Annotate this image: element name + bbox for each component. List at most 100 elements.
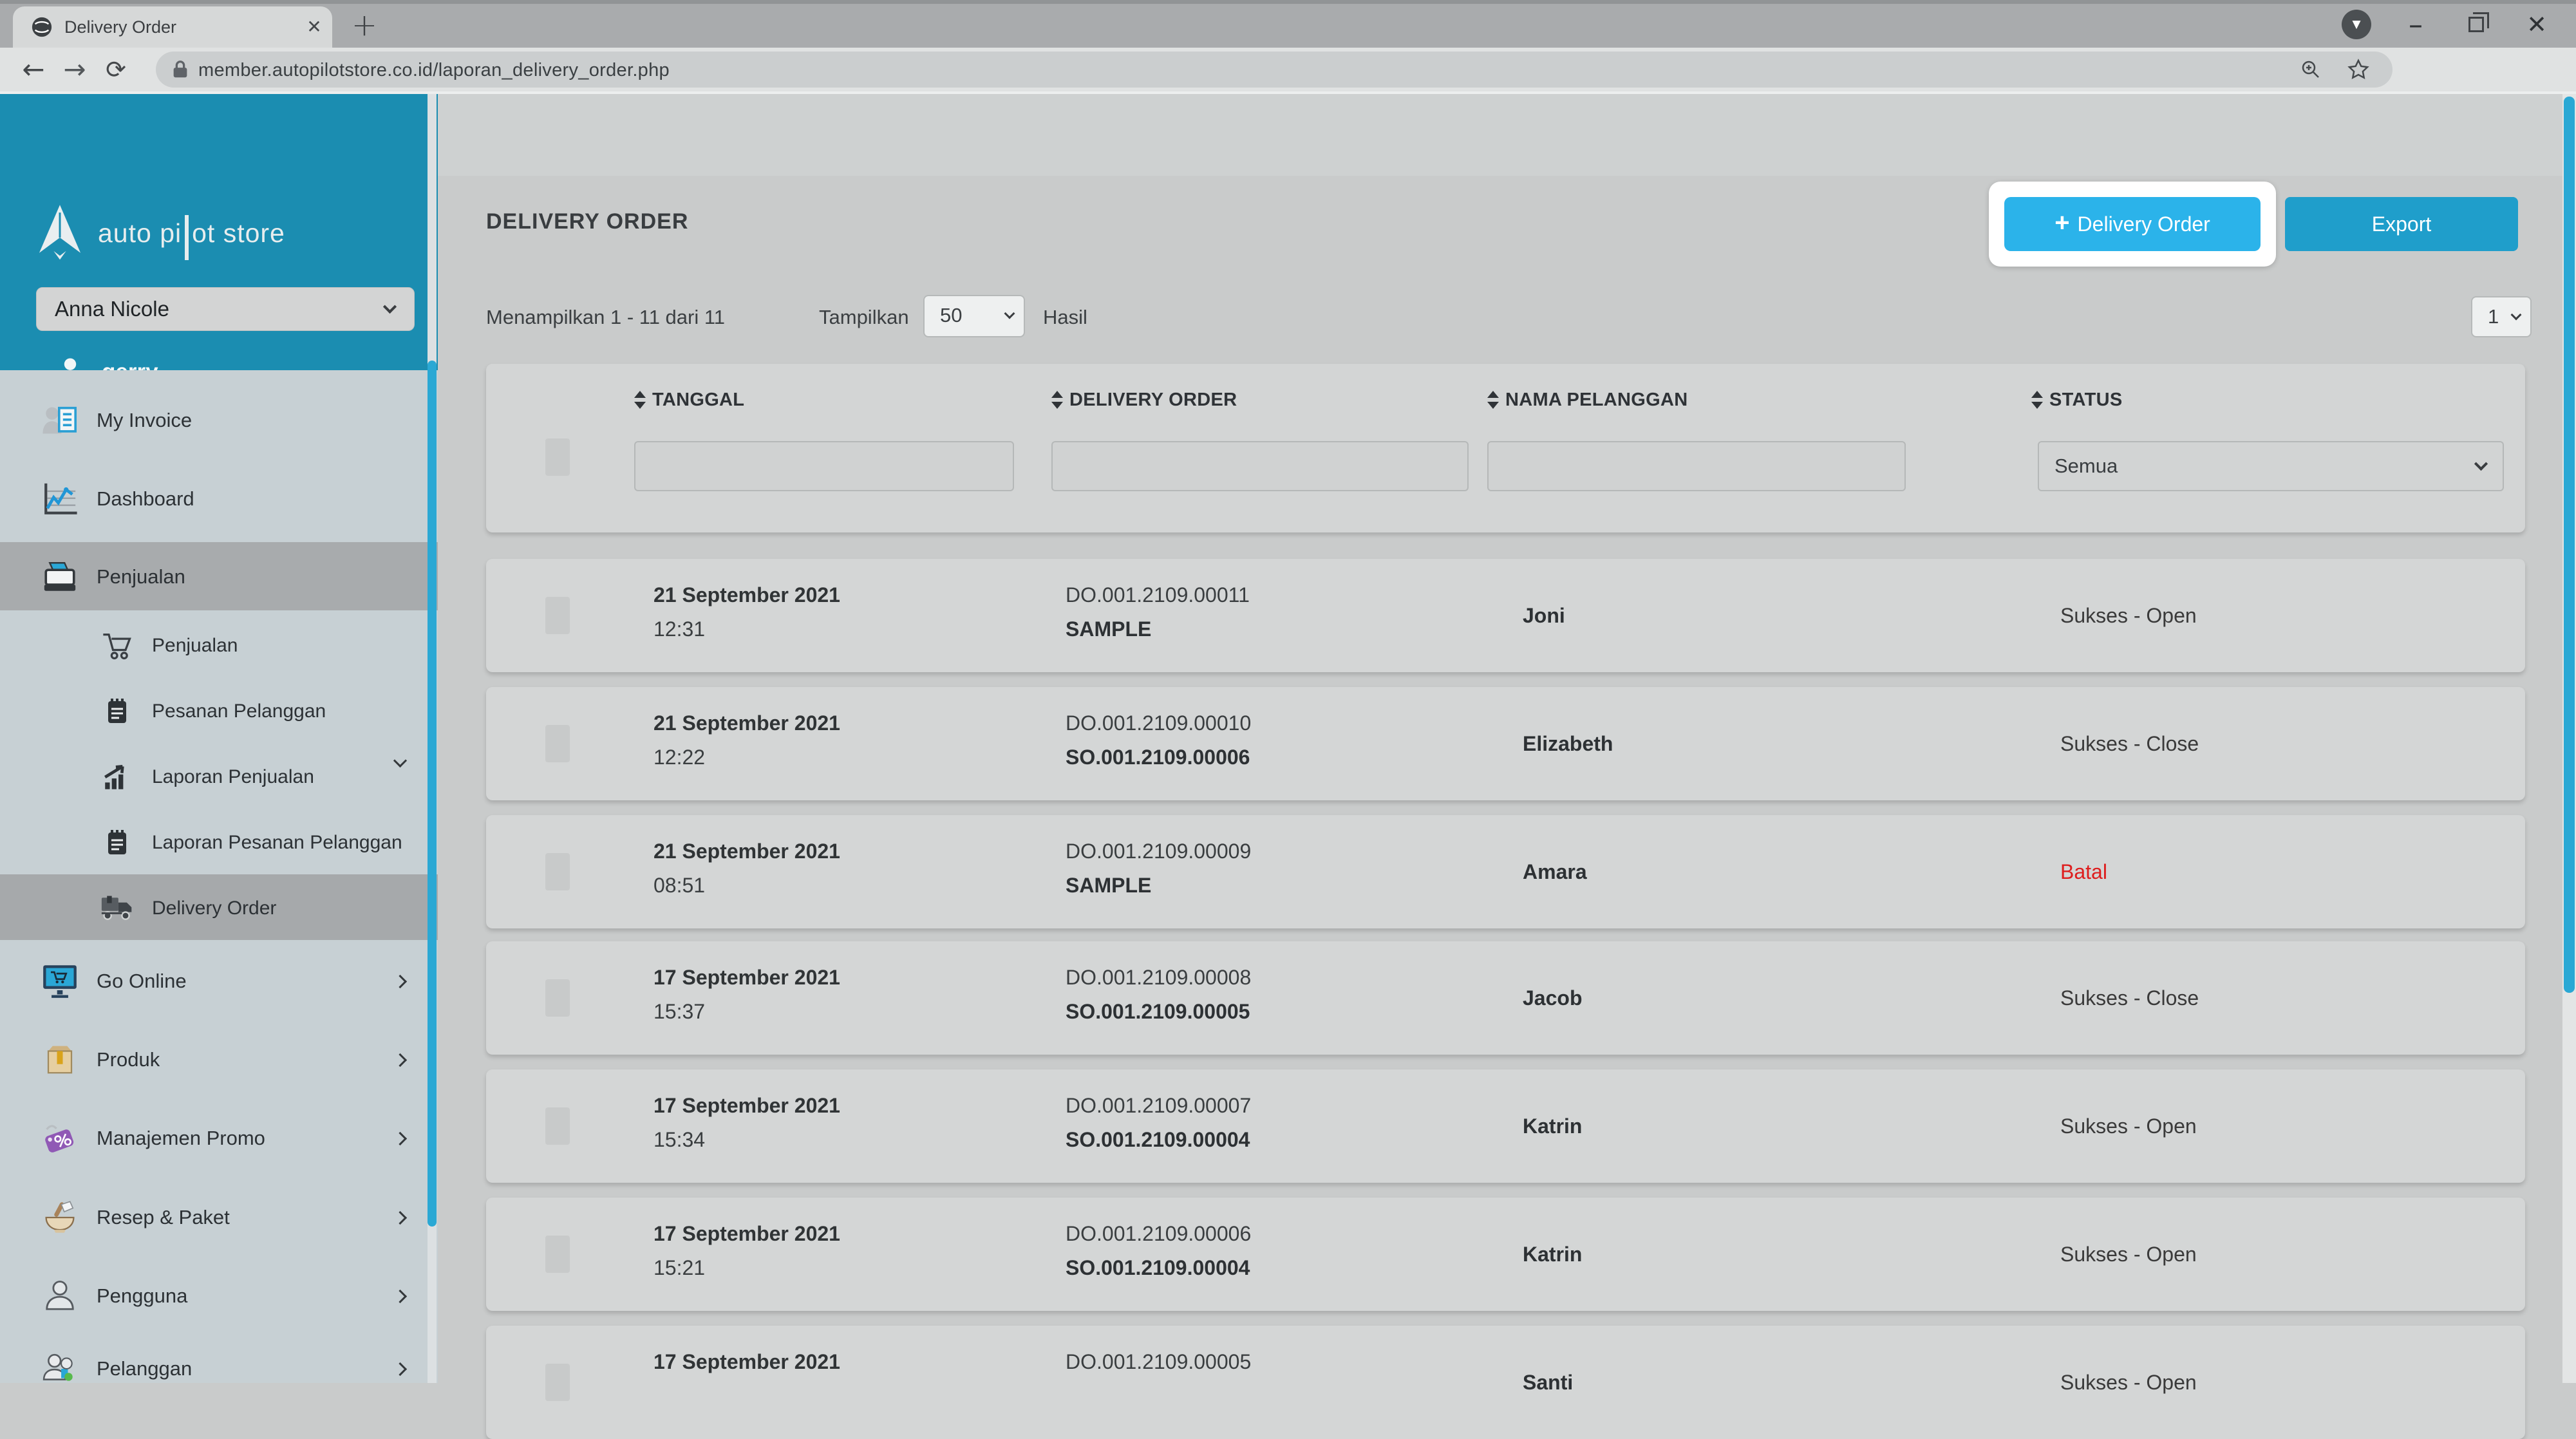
forward-button[interactable]: →: [55, 48, 94, 91]
cell-delivery-order: DO.001.2109.00010 SO.001.2109.00006: [1066, 711, 1252, 769]
filter-nama-pelanggan-input[interactable]: [1487, 441, 1906, 491]
chevron-right-icon: [393, 1210, 408, 1225]
filter-delivery-order-input[interactable]: [1051, 441, 1469, 491]
update-caret-icon: ▼: [2342, 10, 2371, 39]
table-row[interactable]: 21 September 2021 12:22 DO.001.2109.00010…: [486, 687, 2525, 800]
sidebar-item-penjualan[interactable]: Penjualan: [0, 626, 438, 665]
cell-nama: Katrin: [1523, 1114, 1583, 1138]
per-page-select[interactable]: 50: [923, 295, 1025, 337]
select-all-checkbox[interactable]: [545, 438, 570, 476]
column-header-tanggal[interactable]: TANGGAL: [634, 387, 744, 413]
person-outline-icon: [41, 1277, 79, 1315]
browser-toolbar: ← → ⟳ member.autopilotstore.co.id/lapora…: [0, 48, 2576, 134]
sidebar-item-penjualan-parent[interactable]: Penjualan: [0, 558, 438, 768]
tab-title: Delivery Order: [64, 17, 177, 37]
sidebar-item-pengguna[interactable]: Pengguna: [0, 1277, 438, 1315]
table-row[interactable]: 17 September 2021 15:34 DO.001.2109.00007…: [486, 1069, 2525, 1183]
sort-icon: [634, 390, 646, 410]
cell-tanggal: 17 September 2021 15:21: [653, 1222, 840, 1279]
sales-report-icon: [100, 760, 134, 794]
cell-tanggal: 21 September 2021 08:51: [653, 840, 840, 897]
sidebar-item-dashboard[interactable]: Dashboard: [0, 480, 438, 518]
page-scrollbar-thumb[interactable]: [2564, 97, 2575, 993]
page-number-select[interactable]: 1: [2471, 296, 2532, 337]
cart-icon: [100, 629, 134, 663]
sidebar-item-produk[interactable]: Produk: [0, 1040, 438, 1079]
row-checkbox[interactable]: [545, 1236, 570, 1273]
status-filter-select[interactable]: Semua: [2038, 441, 2504, 491]
promo-tag-icon: [41, 1120, 79, 1157]
sidebar-scrollbar-thumb[interactable]: [428, 361, 437, 1227]
table-row[interactable]: 21 September 2021 12:31 DO.001.2109.00011…: [486, 559, 2525, 672]
column-header-status[interactable]: STATUS: [2031, 387, 2123, 413]
notepad-icon: [100, 695, 134, 728]
plus-icon: +: [2054, 208, 2070, 237]
globe-favicon-icon: [31, 16, 53, 38]
show-label: Tampilkan: [819, 306, 909, 328]
invoice-icon: [41, 402, 79, 439]
cell-delivery-order: DO.001.2109.00006 SO.001.2109.00004: [1066, 1222, 1252, 1279]
tab-close-icon[interactable]: ✕: [296, 6, 332, 48]
chevron-right-icon: [393, 1131, 408, 1145]
minimize-button[interactable]: –: [2395, 5, 2436, 44]
logo-cursor-bar: [185, 215, 189, 260]
maximize-button[interactable]: [2456, 5, 2497, 44]
export-button[interactable]: Export: [2285, 197, 2518, 251]
cell-status: Sukses - Open: [2060, 1242, 2197, 1266]
chevron-down-icon: [1004, 308, 1015, 319]
mortar-pestle-icon: [41, 1199, 79, 1236]
sidebar-item-pesanan-pelanggan[interactable]: Pesanan Pelanggan: [0, 692, 438, 731]
close-window-button[interactable]: ✕: [2516, 5, 2557, 44]
product-box-icon: [41, 1041, 79, 1078]
row-checkbox[interactable]: [545, 725, 570, 762]
content-top-band: [438, 94, 2576, 176]
account-select[interactable]: Anna Nicole: [36, 287, 415, 331]
sidebar-item-go-online[interactable]: Go Online: [0, 962, 438, 1001]
add-delivery-order-button[interactable]: + Delivery Order: [2004, 197, 2261, 251]
results-label: Hasil: [1043, 306, 1087, 328]
sidebar-item-manajemen-promo[interactable]: Manajemen Promo: [0, 1119, 438, 1158]
cell-tanggal: 21 September 2021 12:31: [653, 583, 840, 641]
table-row[interactable]: 17 September 2021 15:21 DO.001.2109.00006…: [486, 1198, 2525, 1311]
table-row[interactable]: 17 September 2021 15:37 DO.001.2109.00008…: [486, 941, 2525, 1055]
sidebar-item-pelanggan[interactable]: Pelanggan: [0, 1350, 438, 1388]
filter-tanggal-input[interactable]: [634, 441, 1014, 491]
table-row[interactable]: 17 September 2021 DO.001.2109.00005 Sant…: [486, 1326, 2525, 1439]
column-header-nama-pelanggan[interactable]: NAMA PELANGGAN: [1487, 387, 1688, 413]
cell-delivery-order: DO.001.2109.00007 SO.001.2109.00004: [1066, 1094, 1252, 1151]
sidebar-header: auto piot store Anna Nicole gerry Log ou…: [0, 94, 438, 441]
sidebar-menu: My Invoice Dashboard Penjualan Penjualan…: [0, 370, 438, 1383]
zoom-page-icon[interactable]: [2300, 59, 2322, 84]
logo-text: auto pi ot store: [98, 211, 285, 260]
row-checkbox[interactable]: [545, 979, 570, 1017]
sidebar-item-laporan-penjualan[interactable]: Laporan Penjualan: [0, 758, 438, 796]
online-store-icon: [41, 963, 79, 1000]
chevron-right-icon: [393, 1053, 408, 1067]
column-header-delivery-order[interactable]: DELIVERY ORDER: [1051, 387, 1237, 413]
cell-status: Sukses - Open: [2060, 1114, 2197, 1138]
row-checkbox[interactable]: [545, 597, 570, 634]
sidebar-item-my-invoice[interactable]: My Invoice: [0, 401, 438, 440]
sidebar-item-delivery-order[interactable]: Delivery Order: [0, 889, 438, 928]
app-logo: auto pi ot store: [33, 201, 285, 265]
row-checkbox[interactable]: [545, 853, 570, 890]
table-header: TANGGAL DELIVERY ORDER NAMA PELANGGAN ST…: [486, 364, 2525, 532]
row-checkbox[interactable]: [545, 1364, 570, 1401]
browser-update-badge[interactable]: ▼: [2336, 5, 2377, 44]
url-text: member.autopilotstore.co.id/laporan_deli…: [198, 60, 670, 80]
back-button[interactable]: ←: [14, 48, 53, 91]
chevron-right-icon: [393, 1362, 408, 1376]
sidebar-item-resep-paket[interactable]: Resep & Paket: [0, 1198, 438, 1237]
cell-status: Sukses - Close: [2060, 986, 2199, 1010]
table-row[interactable]: 21 September 2021 08:51 DO.001.2109.00009…: [486, 815, 2525, 928]
reload-button[interactable]: ⟳: [97, 48, 135, 91]
browser-tab[interactable]: Delivery Order ✕: [13, 6, 332, 48]
sidebar-item-laporan-pesanan-pelanggan[interactable]: Laporan Pesanan Pelanggan: [0, 823, 438, 862]
new-tab-button[interactable]: +: [345, 6, 384, 45]
truck-icon: [100, 892, 134, 925]
cell-status: Sukses - Open: [2060, 603, 2197, 627]
browser-titlebar: Delivery Order ✕ + ▼ – ✕: [0, 0, 2576, 48]
row-checkbox[interactable]: [545, 1107, 570, 1145]
bookmark-star-icon[interactable]: [2347, 59, 2369, 84]
address-bar[interactable]: member.autopilotstore.co.id/laporan_deli…: [156, 52, 2393, 88]
